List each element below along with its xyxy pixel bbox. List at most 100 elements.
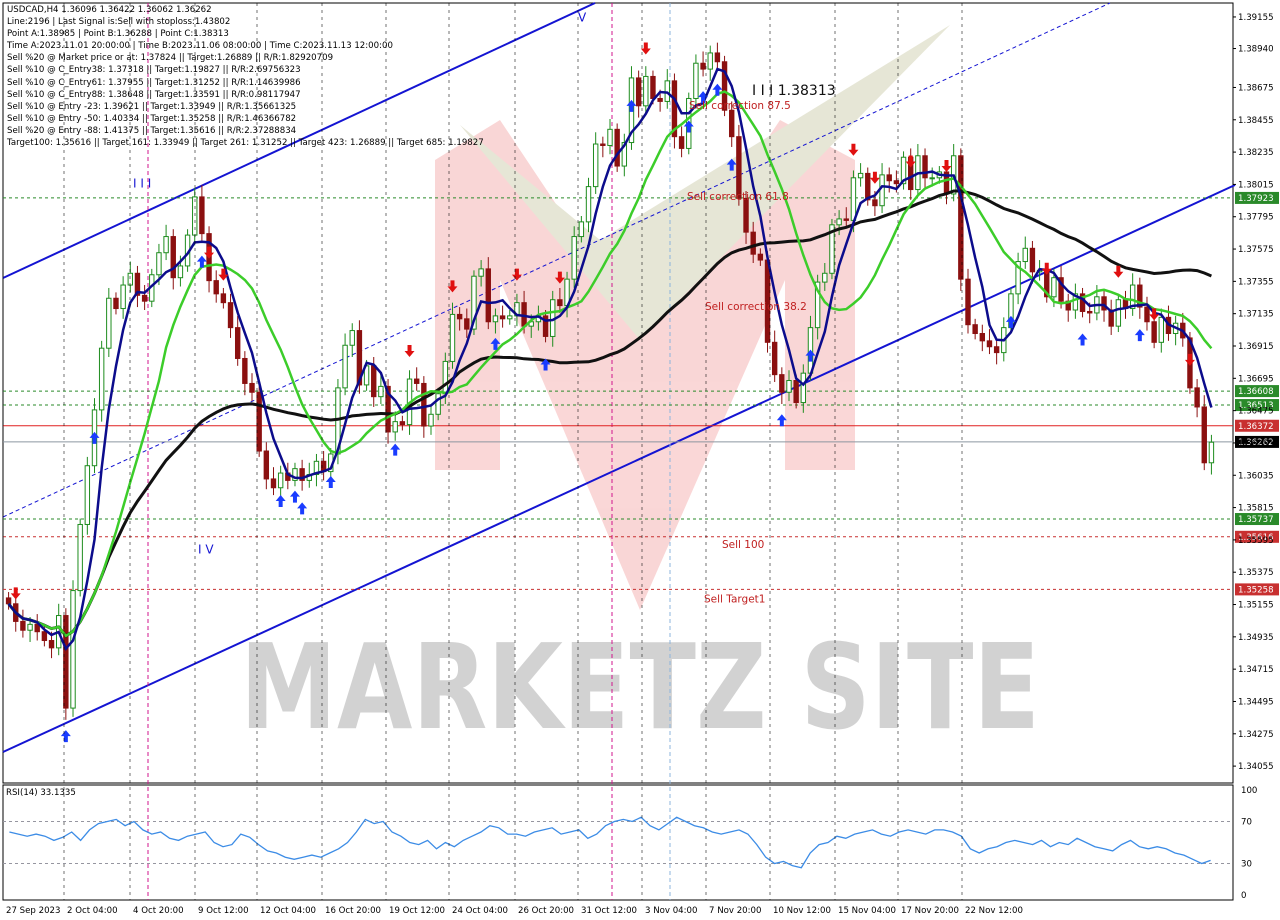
time-tick-label: 7 Nov 20:00 bbox=[709, 906, 761, 916]
candle-body bbox=[435, 393, 441, 415]
candle-body bbox=[464, 318, 470, 330]
candle-body bbox=[70, 590, 76, 709]
price-tick-label: 1.34275 bbox=[1238, 730, 1274, 740]
candle-body bbox=[1029, 247, 1036, 273]
info-line: Time A:2023.11.01 20:00:00 | Time B:2023… bbox=[7, 41, 393, 52]
candle-body bbox=[979, 333, 986, 342]
candle-body bbox=[743, 197, 749, 233]
candle-body bbox=[700, 62, 706, 70]
candle-body bbox=[771, 341, 778, 376]
candle-body bbox=[757, 253, 764, 261]
candle-body bbox=[421, 382, 427, 427]
info-line: Sell %10 @ C_Entry88: 1.38648 || Target:… bbox=[7, 89, 301, 100]
candle-body bbox=[793, 380, 799, 404]
price-tick-label: 1.37795 bbox=[1238, 213, 1274, 223]
wave-point-label: V bbox=[578, 11, 587, 25]
time-tick-label: 19 Oct 12:00 bbox=[389, 906, 445, 916]
rsi-tick-label: 30 bbox=[1241, 860, 1252, 870]
candle-body bbox=[650, 75, 656, 99]
time-tick-label: 2 Oct 04:00 bbox=[67, 906, 118, 916]
time-tick-label: 12 Oct 04:00 bbox=[260, 906, 316, 916]
candle-body bbox=[1144, 306, 1150, 323]
candle-body bbox=[507, 315, 513, 320]
candle-body bbox=[836, 218, 842, 226]
time-tick-label: 24 Oct 04:00 bbox=[452, 906, 508, 916]
price-tick-label: 1.37575 bbox=[1238, 245, 1274, 255]
candle-body bbox=[800, 372, 807, 404]
candle-body bbox=[1208, 441, 1215, 464]
time-tick-label: 9 Oct 12:00 bbox=[198, 906, 249, 916]
info-line: Line:2196 | Last Signal is:Sell with sto… bbox=[7, 17, 231, 28]
time-tick-label: 26 Oct 20:00 bbox=[518, 906, 574, 916]
candle-body bbox=[1201, 406, 1207, 464]
price-tick-label: 1.35595 bbox=[1238, 536, 1274, 546]
candle-body bbox=[843, 218, 849, 221]
candle-body bbox=[48, 640, 55, 649]
candle-body bbox=[1158, 316, 1165, 343]
time-tick-label: 27 Sep 2023 bbox=[6, 906, 60, 916]
candle-body bbox=[1087, 310, 1093, 314]
level-annotation: Sell 100 bbox=[722, 539, 764, 551]
candle-body bbox=[1051, 277, 1057, 298]
time-tick-label: 3 Nov 04:00 bbox=[645, 906, 697, 916]
candle-body bbox=[678, 136, 685, 149]
candle-body bbox=[20, 620, 26, 631]
price-level-label: 1.37923 bbox=[1238, 194, 1274, 204]
candle-body bbox=[84, 465, 91, 525]
candle-body bbox=[557, 299, 563, 307]
rsi-panel bbox=[2, 784, 1234, 901]
info-line: Sell %10 @ C_Entry38: 1.37318 || Target:… bbox=[7, 65, 301, 76]
candle-body bbox=[113, 297, 119, 310]
candle-body bbox=[77, 523, 83, 592]
candle-body bbox=[242, 357, 248, 384]
level-annotation: Sell Target1 bbox=[704, 593, 765, 605]
candle-body bbox=[1022, 247, 1028, 263]
rsi-tick-label: 0 bbox=[1241, 891, 1246, 901]
candle-body bbox=[106, 297, 112, 349]
info-line: Target100: 1.35616 || Target 161: 1.3394… bbox=[7, 138, 484, 149]
chart-window: MARKETZ SITE 1.37923 1.36608 1.36513 1.36372… bbox=[0, 0, 1280, 920]
wave-point-label: I V bbox=[198, 542, 214, 556]
candle-body bbox=[600, 143, 606, 146]
price-tick-label: 1.38455 bbox=[1238, 116, 1274, 126]
candle-body bbox=[635, 77, 642, 107]
candle-body bbox=[177, 265, 184, 279]
price-tick-label: 1.38235 bbox=[1238, 148, 1274, 158]
candle-body bbox=[399, 421, 406, 426]
candle-body bbox=[428, 413, 434, 427]
candle-body bbox=[886, 174, 892, 182]
price-level-label: 1.35737 bbox=[1238, 515, 1274, 525]
candle-body bbox=[277, 472, 284, 489]
candle-body bbox=[478, 268, 484, 277]
candle-body bbox=[693, 62, 699, 99]
price-tick-label: 1.36695 bbox=[1238, 374, 1274, 384]
candle-body bbox=[958, 155, 964, 280]
candle-body bbox=[392, 421, 398, 433]
candle-body bbox=[492, 315, 499, 323]
wave-point-label: I I I bbox=[133, 177, 151, 191]
candle-body bbox=[664, 80, 670, 102]
candle-body bbox=[263, 450, 270, 480]
candle-body bbox=[371, 365, 377, 398]
info-line: Sell %10 @ Entry -50: 1.40334 || Target:… bbox=[7, 113, 297, 124]
candle-body bbox=[893, 180, 900, 185]
candle-body bbox=[972, 324, 978, 335]
price-tick-label: 1.37135 bbox=[1238, 310, 1274, 320]
candle-body bbox=[850, 177, 857, 221]
candle-body bbox=[1115, 299, 1122, 327]
candle-body bbox=[485, 268, 491, 323]
price-tick-label: 1.34935 bbox=[1238, 633, 1274, 643]
candle-body bbox=[499, 315, 506, 320]
info-line: Sell %10 @ C_Entry61: 1.37955 || Target:… bbox=[7, 77, 301, 88]
candle-body bbox=[413, 378, 420, 384]
candle-body bbox=[872, 199, 878, 207]
price-tick-label: 1.34055 bbox=[1238, 762, 1274, 772]
candle-body bbox=[256, 391, 262, 452]
candle-body bbox=[614, 128, 620, 167]
candle-body bbox=[199, 196, 205, 235]
price-level-label: 1.36372 bbox=[1238, 422, 1274, 432]
time-tick-label: 16 Oct 20:00 bbox=[325, 906, 381, 916]
candle-body bbox=[993, 346, 1000, 354]
candle-body bbox=[378, 385, 384, 398]
price-tick-label: 1.38940 bbox=[1238, 45, 1274, 55]
